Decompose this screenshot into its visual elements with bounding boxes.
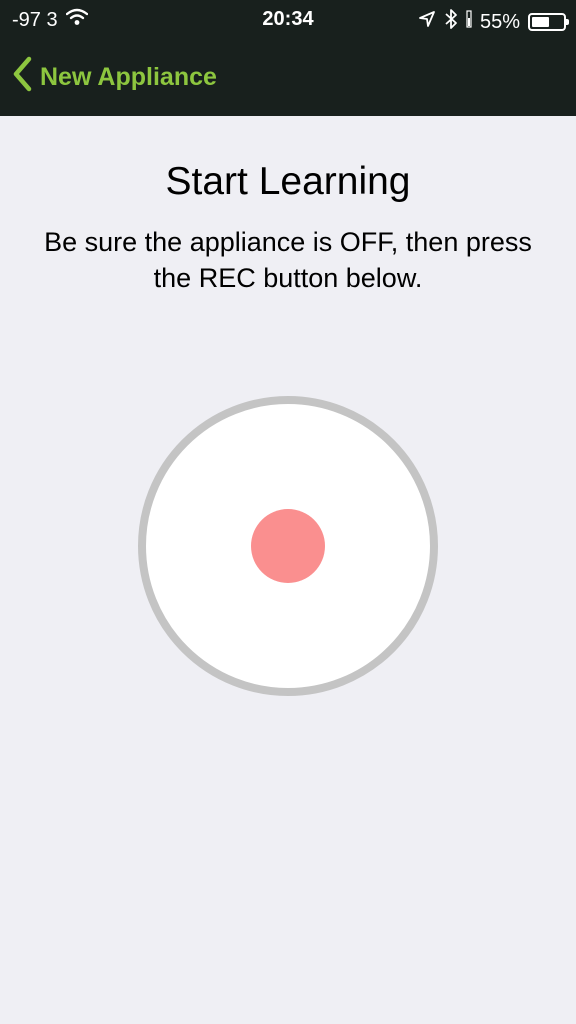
status-time: 20:34 [262,8,314,30]
record-dot-icon [251,509,325,583]
bluetooth-icon [444,8,458,36]
location-arrow-icon [418,10,436,34]
wifi-icon [65,8,88,32]
nav-bar: New Appliance [0,40,576,116]
page-title: Start Learning [165,160,411,203]
status-left: -97 3 [12,8,88,32]
instruction-text: Be sure the appliance is OFF, then press… [44,227,532,293]
top-bar: -97 3 20:34 55% New Appliance [0,0,576,116]
battery-fill [532,17,549,27]
signal-strength: -97 3 [12,8,58,31]
status-right: 55% [418,8,569,36]
back-button[interactable]: New Appliance [12,56,217,99]
chevron-left-icon [12,56,32,99]
battery-icon [528,13,569,31]
status-bar: -97 3 20:34 55% [0,0,576,40]
battery-percent: 55% [479,10,520,33]
back-button-label: New Appliance [40,63,217,91]
rec-button[interactable] [138,396,438,696]
charging-indicator-icon [466,10,472,34]
